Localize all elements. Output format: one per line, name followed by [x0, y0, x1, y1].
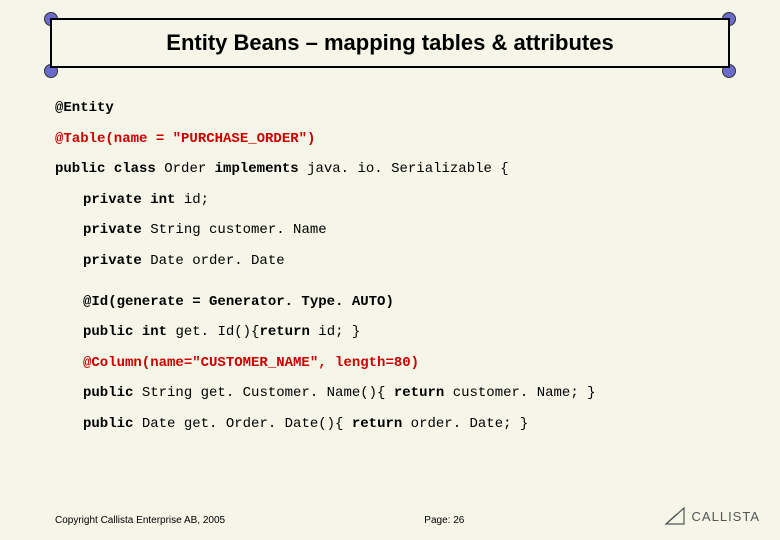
copyright-text: Copyright Callista Enterprise AB, 2005 [55, 515, 225, 526]
code-text: order. Date; } [402, 416, 528, 432]
code-text: customer. Name; } [444, 385, 595, 401]
kw-implements: implements [215, 161, 299, 177]
page-number: Page: 26 [424, 515, 464, 526]
code-annotation-table: @Table(name = "PURCHASE_ORDER") [55, 131, 315, 147]
kw-return: return [259, 324, 309, 340]
kw-private: private [83, 192, 142, 208]
logo-text: CALLISTA [692, 509, 760, 524]
footer: Copyright Callista Enterprise AB, 2005 P… [55, 506, 760, 526]
code-text: id; } [310, 324, 360, 340]
code-text: Order [156, 161, 215, 177]
code-text: java. io. Serializable { [299, 161, 509, 177]
kw-public: public [55, 161, 105, 177]
kw-private: private [83, 253, 142, 269]
kw-public: public [83, 385, 133, 401]
kw-private: private [83, 222, 142, 238]
code-text: Date order. Date [142, 253, 285, 269]
kw-public: public [83, 324, 133, 340]
kw-int: int [142, 324, 167, 340]
code-block: @Entity @Table(name = "PURCHASE_ORDER") … [55, 95, 725, 442]
code-annotation: @Entity [55, 100, 114, 116]
kw-class: class [114, 161, 156, 177]
code-text: get. Id(){ [167, 324, 259, 340]
title-box: Entity Beans – mapping tables & attribut… [50, 18, 730, 68]
logo-triangle-icon [664, 506, 686, 526]
code-text: String get. Customer. Name(){ [133, 385, 393, 401]
code-annotation-id: @Id(generate = Generator. Type. AUTO) [83, 294, 394, 310]
slide-title: Entity Beans – mapping tables & attribut… [70, 30, 710, 56]
kw-int: int [150, 192, 175, 208]
kw-public: public [83, 416, 133, 432]
code-text: id; [175, 192, 209, 208]
code-annotation-column: @Column(name="CUSTOMER_NAME", length=80) [83, 355, 419, 371]
kw-return: return [352, 416, 402, 432]
logo: CALLISTA [664, 506, 760, 526]
code-text: Date get. Order. Date(){ [133, 416, 351, 432]
code-text: String customer. Name [142, 222, 327, 238]
kw-return: return [394, 385, 444, 401]
